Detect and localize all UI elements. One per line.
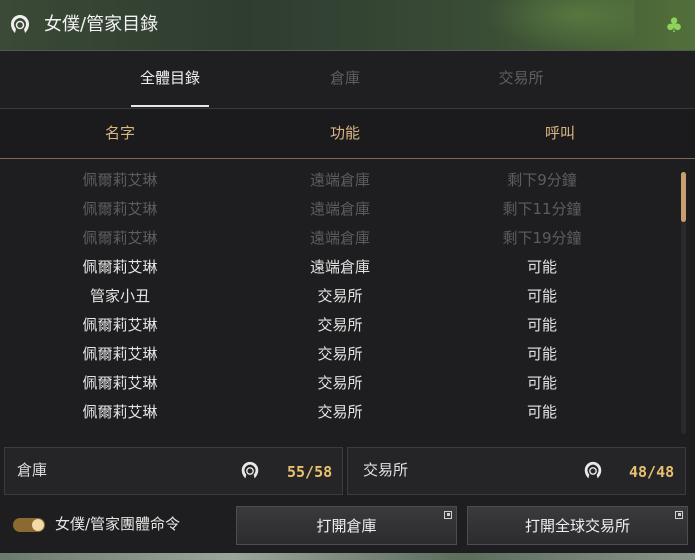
column-header-function: 功能 bbox=[329, 124, 360, 142]
row-call-status[interactable]: 可能 bbox=[462, 369, 622, 398]
tab-exchange[interactable]: 交易所 bbox=[461, 67, 581, 89]
list-row[interactable]: 佩爾莉艾琳 交易所 可能 bbox=[0, 369, 670, 398]
leaf-decoration bbox=[485, 0, 635, 50]
maid-head-icon bbox=[241, 461, 259, 479]
row-function: 交易所 bbox=[317, 374, 363, 392]
clover-icon[interactable]: ♣ bbox=[665, 13, 683, 37]
row-function: 交易所 bbox=[317, 287, 363, 305]
column-header-call: 呼叫 bbox=[544, 124, 575, 142]
row-function: 交易所 bbox=[317, 403, 363, 421]
row-name: 佩爾莉艾琳 bbox=[82, 374, 158, 392]
maid-head-icon bbox=[11, 15, 29, 33]
row-call-status[interactable]: 可能 bbox=[462, 253, 622, 282]
column-header-name: 名字 bbox=[104, 124, 135, 142]
active-tab-indicator bbox=[131, 105, 209, 107]
exchange-count: 48/48 bbox=[629, 463, 675, 481]
exchange-summary-label: 交易所 bbox=[363, 461, 409, 479]
row-function: 交易所 bbox=[317, 345, 363, 363]
row-function: 交易所 bbox=[317, 316, 363, 334]
maid-head-icon bbox=[584, 461, 602, 479]
row-name: 佩爾莉艾琳 bbox=[82, 403, 158, 421]
scrollbar-thumb[interactable] bbox=[681, 172, 686, 222]
row-name: 佩爾莉艾琳 bbox=[82, 345, 158, 363]
row-function: 遠端倉庫 bbox=[309, 229, 370, 247]
list-row[interactable]: 管家小丑 交易所 可能 bbox=[0, 282, 670, 311]
row-call-status: 剩下11分鐘 bbox=[502, 200, 582, 218]
tab-bar: 全體目錄 倉庫 交易所 bbox=[0, 51, 695, 109]
row-call-status: 剩下19分鐘 bbox=[502, 229, 582, 247]
list-row[interactable]: 佩爾莉艾琳 交易所 可能 bbox=[0, 311, 670, 340]
row-call-status[interactable]: 可能 bbox=[462, 311, 622, 340]
row-call-status[interactable]: 可能 bbox=[462, 340, 622, 369]
column-header-row: 名字 功能 呼叫 bbox=[0, 109, 695, 159]
row-name: 佩爾莉艾琳 bbox=[82, 229, 158, 247]
group-command-toggle[interactable] bbox=[13, 518, 45, 532]
title-bar: 女僕/管家目錄 ♣ bbox=[0, 0, 695, 51]
list-row[interactable]: 佩爾莉艾琳 遠端倉庫 剩下9分鐘 bbox=[0, 166, 670, 195]
toggle-knob bbox=[32, 519, 44, 531]
background-strip bbox=[0, 553, 695, 560]
tab-all[interactable]: 全體目錄 bbox=[110, 67, 230, 89]
row-name: 佩爾莉艾琳 bbox=[82, 200, 158, 218]
row-call-status: 剩下9分鐘 bbox=[507, 171, 577, 189]
list-row[interactable]: 佩爾莉艾琳 遠端倉庫 剩下11分鐘 bbox=[0, 195, 670, 224]
row-function: 遠端倉庫 bbox=[309, 258, 370, 276]
row-call-status[interactable]: 可能 bbox=[462, 282, 622, 311]
row-function: 遠端倉庫 bbox=[309, 200, 370, 218]
row-name: 佩爾莉艾琳 bbox=[82, 316, 158, 334]
exchange-summary: 交易所 48/48 bbox=[347, 447, 686, 495]
warehouse-count: 55/58 bbox=[287, 463, 333, 481]
popout-icon bbox=[675, 511, 683, 519]
row-call-status[interactable]: 可能 bbox=[462, 398, 622, 427]
open-global-exchange-button[interactable]: 打開全球交易所 bbox=[467, 506, 688, 545]
list-row[interactable]: 佩爾莉艾琳 交易所 可能 bbox=[0, 340, 670, 369]
window-title: 女僕/管家目錄 bbox=[44, 14, 159, 35]
open-warehouse-label: 打開倉庫 bbox=[316, 517, 377, 535]
servant-list: 佩爾莉艾琳 遠端倉庫 剩下9分鐘 佩爾莉艾琳 遠端倉庫 剩下11分鐘 佩爾莉艾琳… bbox=[0, 166, 695, 436]
warehouse-summary-label: 倉庫 bbox=[17, 461, 48, 479]
row-name: 佩爾莉艾琳 bbox=[82, 171, 158, 189]
list-row[interactable]: 佩爾莉艾琳 交易所 可能 bbox=[0, 398, 670, 427]
row-name: 管家小丑 bbox=[89, 287, 150, 305]
list-row[interactable]: 佩爾莉艾琳 遠端倉庫 剩下19分鐘 bbox=[0, 224, 670, 253]
list-row[interactable]: 佩爾莉艾琳 遠端倉庫 可能 bbox=[0, 253, 670, 282]
tab-warehouse[interactable]: 倉庫 bbox=[285, 67, 405, 89]
open-global-exchange-label: 打開全球交易所 bbox=[524, 517, 630, 535]
row-function: 遠端倉庫 bbox=[309, 171, 370, 189]
group-command-label: 女僕/管家團體命令 bbox=[55, 515, 181, 533]
popout-icon bbox=[444, 511, 452, 519]
warehouse-summary: 倉庫 55/58 bbox=[4, 447, 343, 495]
row-name: 佩爾莉艾琳 bbox=[82, 258, 158, 276]
open-warehouse-button[interactable]: 打開倉庫 bbox=[236, 506, 457, 545]
